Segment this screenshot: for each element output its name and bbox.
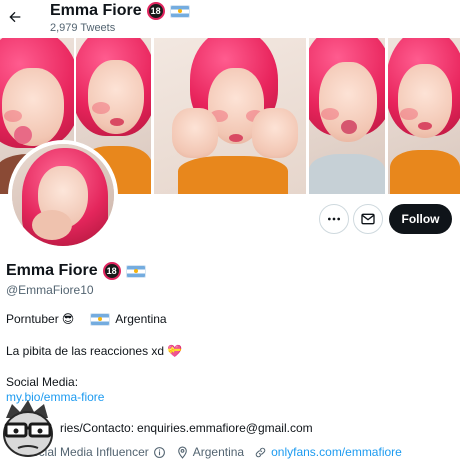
link-icon <box>255 447 266 457</box>
banner-photo-4 <box>309 38 385 194</box>
follow-button[interactable]: Follow <box>389 204 452 234</box>
bio-contact-prefix: ries/Contacto: <box>60 421 135 435</box>
bio-tagline: La pibita de las reacciones xd <box>6 344 165 358</box>
banner-photo-3 <box>154 38 306 194</box>
profile-avatar[interactable] <box>8 140 118 250</box>
profile-display-name: Emma Fiore <box>6 262 98 279</box>
location-pin-icon <box>177 446 187 459</box>
adult-badge-icon: 18 <box>146 2 165 20</box>
meta-location-label: Argentina <box>192 445 245 459</box>
banner-photo-5 <box>388 38 460 194</box>
back-button[interactable] <box>4 6 26 28</box>
message-button[interactable] <box>353 204 383 234</box>
more-options-button[interactable] <box>319 204 349 234</box>
tweet-count: 2,979 Tweets <box>50 22 116 34</box>
heart-gift-emoji-icon: 💝 <box>167 344 183 358</box>
meta-website-link[interactable]: onlyfans.com/emmafiore <box>271 445 402 459</box>
profile-meta: Social Media Influencer Argentina onlyfa… <box>6 444 412 460</box>
adult-badge-icon: 18 <box>102 262 121 280</box>
meta-website[interactable]: onlyfans.com/emmafiore <box>254 445 402 459</box>
argentina-flag-icon <box>169 4 190 18</box>
more-dots-icon <box>328 217 340 221</box>
arrow-left-icon <box>9 11 21 23</box>
header-title: Emma Fiore 18 <box>50 2 190 20</box>
envelope-icon <box>361 213 375 225</box>
bio-line-3: Social Media: <box>6 375 79 389</box>
argentina-flag-icon <box>90 312 111 326</box>
header-name: Emma Fiore <box>50 2 142 19</box>
bio-contact: ries/Contacto: enquiries.emmafiore@gmail… <box>60 421 313 435</box>
top-bar: Emma Fiore 18 2,979 Tweets <box>0 0 460 38</box>
bio-line-2: La pibita de las reacciones xd 💝 <box>6 344 182 358</box>
bio-occupation: Porntuber <box>6 312 59 326</box>
profile-name: Emma Fiore 18 <box>6 262 146 280</box>
sunglasses-emoji-icon: 😎 <box>61 312 75 326</box>
bio-email: enquiries.emmafiore@gmail.com <box>137 421 313 435</box>
meta-location: Argentina <box>176 445 244 459</box>
profile-handle: @EmmaFiore10 <box>6 283 94 297</box>
argentina-flag-icon <box>125 264 146 278</box>
bio-line-1: Porntuber 😎 Argentina <box>6 312 167 326</box>
bio-location: Argentina <box>115 312 167 326</box>
info-circle-icon[interactable] <box>153 446 166 459</box>
meme-face-sticker <box>3 400 53 457</box>
